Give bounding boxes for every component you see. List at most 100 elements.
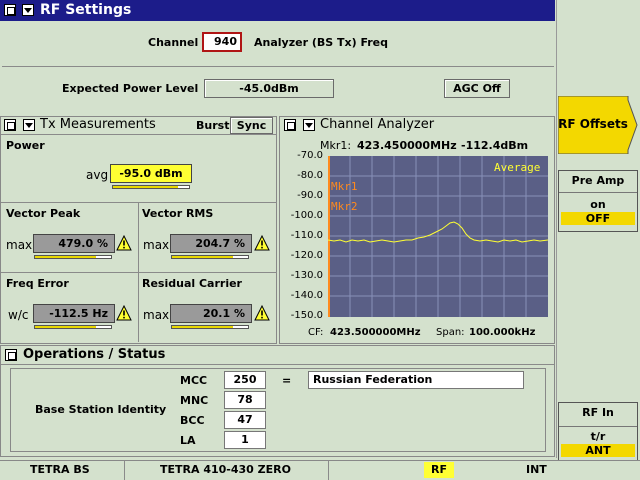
- divider: [1, 202, 277, 203]
- cf-value: 423.500000MHz: [330, 327, 421, 338]
- freq-error-level-bar: [34, 325, 112, 329]
- rf-offsets-softkey[interactable]: RF Offsets: [558, 96, 638, 154]
- y-tick-label: -80.0: [297, 170, 323, 181]
- base-station-identity-label: Base Station Identity: [35, 403, 167, 416]
- freq-error-title: Freq Error: [6, 277, 69, 290]
- tx-measurements-title: Tx Measurements: [40, 117, 156, 132]
- vector-rms-title: Vector RMS: [142, 207, 214, 220]
- residual-carrier-level-bar: [171, 325, 249, 329]
- vector-peak-prefix: max: [6, 238, 33, 252]
- collapse-arrow-icon[interactable]: [22, 4, 34, 16]
- y-tick-label: -90.0: [297, 190, 323, 201]
- warning-icon: [116, 305, 132, 321]
- residual-carrier-title: Residual Carrier: [142, 277, 242, 290]
- marker-level: -112.4dBm: [461, 139, 529, 152]
- analyzer-menu-icon[interactable]: [284, 119, 296, 131]
- residual-carrier-value: 20.1 %: [170, 304, 252, 323]
- pre-amp-title: Pre Amp: [571, 174, 625, 187]
- marker-frequency: 423.450000MHz: [357, 139, 457, 152]
- cf-label: CF:: [308, 327, 324, 338]
- freq-error-value: -112.5 Hz: [33, 304, 115, 323]
- mnc-label: MNC: [180, 394, 209, 407]
- channel-label: Channel: [148, 36, 199, 49]
- residual-carrier-prefix: max: [143, 308, 170, 322]
- agc-button[interactable]: AGC Off: [444, 79, 510, 98]
- pre-amp-softkey[interactable]: Pre Amp on OFF: [558, 170, 638, 232]
- pre-amp-off-option: OFF: [561, 212, 635, 225]
- y-tick-label: -100.0: [290, 210, 323, 221]
- mcc-label: MCC: [180, 374, 208, 387]
- power-value: -95.0 dBm: [110, 164, 192, 183]
- burst-label: Burst: [196, 119, 230, 132]
- mnc-value: 78: [224, 391, 266, 409]
- status-reference: INT: [526, 463, 547, 476]
- channel-analyzer-title: Channel Analyzer: [320, 117, 435, 132]
- analyzer-collapse-arrow-icon[interactable]: [303, 119, 315, 131]
- la-label: LA: [180, 434, 196, 447]
- tx-menu-icon[interactable]: [4, 119, 16, 131]
- sync-button[interactable]: Sync: [230, 117, 273, 134]
- vector-rms-level-bar: [171, 255, 249, 259]
- divider: [2, 66, 554, 67]
- rf-in-tr-option: t/r: [590, 430, 606, 443]
- divider: [328, 460, 329, 480]
- y-tick-label: -130.0: [290, 270, 323, 281]
- expected-power-label: Expected Power Level: [62, 82, 199, 95]
- marker-1-label: Mkr1: [331, 180, 358, 193]
- country-value: Russian Federation: [308, 371, 524, 389]
- y-tick-label: -110.0: [290, 230, 323, 241]
- spectrum-graph[interactable]: Average Mkr1 Mkr2: [328, 156, 548, 317]
- divider: [1, 272, 277, 273]
- la-value: 1: [224, 431, 266, 449]
- window-menu-icon[interactable]: [4, 4, 16, 16]
- y-axis-labels: -70.0 -80.0 -90.0 -100.0 -110.0 -120.0 -…: [283, 150, 325, 322]
- vector-peak-level-fill: [35, 256, 96, 258]
- warning-icon: [254, 305, 270, 321]
- channel-mode-label: Analyzer (BS Tx) Freq: [254, 36, 389, 49]
- y-tick-label: -70.0: [297, 150, 323, 161]
- softkey-separator: [559, 426, 637, 427]
- mcc-value: 250: [224, 371, 266, 389]
- status-system: TETRA BS: [30, 463, 90, 476]
- y-tick-label: -120.0: [290, 250, 323, 261]
- vector-peak-level-bar: [34, 255, 112, 259]
- tx-collapse-arrow-icon[interactable]: [23, 119, 35, 131]
- marker-2-label: Mkr2: [331, 200, 358, 213]
- equals-sign: =: [282, 374, 292, 387]
- divider: [124, 460, 125, 480]
- bcc-label: BCC: [180, 414, 205, 427]
- y-tick-label: -150.0: [290, 310, 323, 321]
- expected-power-field[interactable]: -45.0dBm: [204, 79, 334, 98]
- freq-error-level-fill: [35, 326, 96, 328]
- divider: [1, 134, 277, 135]
- power-title: Power: [6, 139, 45, 152]
- residual-carrier-level-fill: [172, 326, 233, 328]
- rf-offsets-label: RF Offsets: [558, 117, 628, 131]
- channel-input[interactable]: 940: [202, 32, 242, 52]
- vector-peak-value: 479.0 %: [33, 234, 115, 253]
- status-rf-indicator: RF: [424, 462, 454, 478]
- divider: [1, 364, 555, 365]
- y-tick-label: -140.0: [290, 290, 323, 301]
- warning-icon: [254, 235, 270, 251]
- power-prefix: avg: [86, 168, 109, 182]
- freq-error-prefix: w/c: [8, 308, 29, 322]
- power-level-fill: [113, 186, 178, 188]
- bcc-value: 47: [224, 411, 266, 429]
- average-label: Average: [494, 161, 540, 174]
- page-title: RF Settings: [40, 2, 132, 18]
- operations-menu-icon[interactable]: [5, 349, 17, 361]
- vector-rms-value: 204.7 %: [170, 234, 252, 253]
- rf-in-softkey[interactable]: RF In t/r ANT: [558, 402, 638, 462]
- operations-title: Operations / Status: [23, 347, 166, 362]
- vector-rms-prefix: max: [143, 238, 170, 252]
- pre-amp-on-option: on: [590, 198, 606, 211]
- warning-icon: [116, 235, 132, 251]
- vector-peak-title: Vector Peak: [6, 207, 81, 220]
- status-band: TETRA 410-430 ZERO: [160, 463, 291, 476]
- rf-in-ant-option: ANT: [561, 444, 635, 457]
- span-label: Span:: [436, 327, 465, 338]
- span-value: 100.000kHz: [469, 327, 536, 338]
- power-level-bar: [112, 185, 190, 189]
- softkey-separator: [559, 192, 637, 193]
